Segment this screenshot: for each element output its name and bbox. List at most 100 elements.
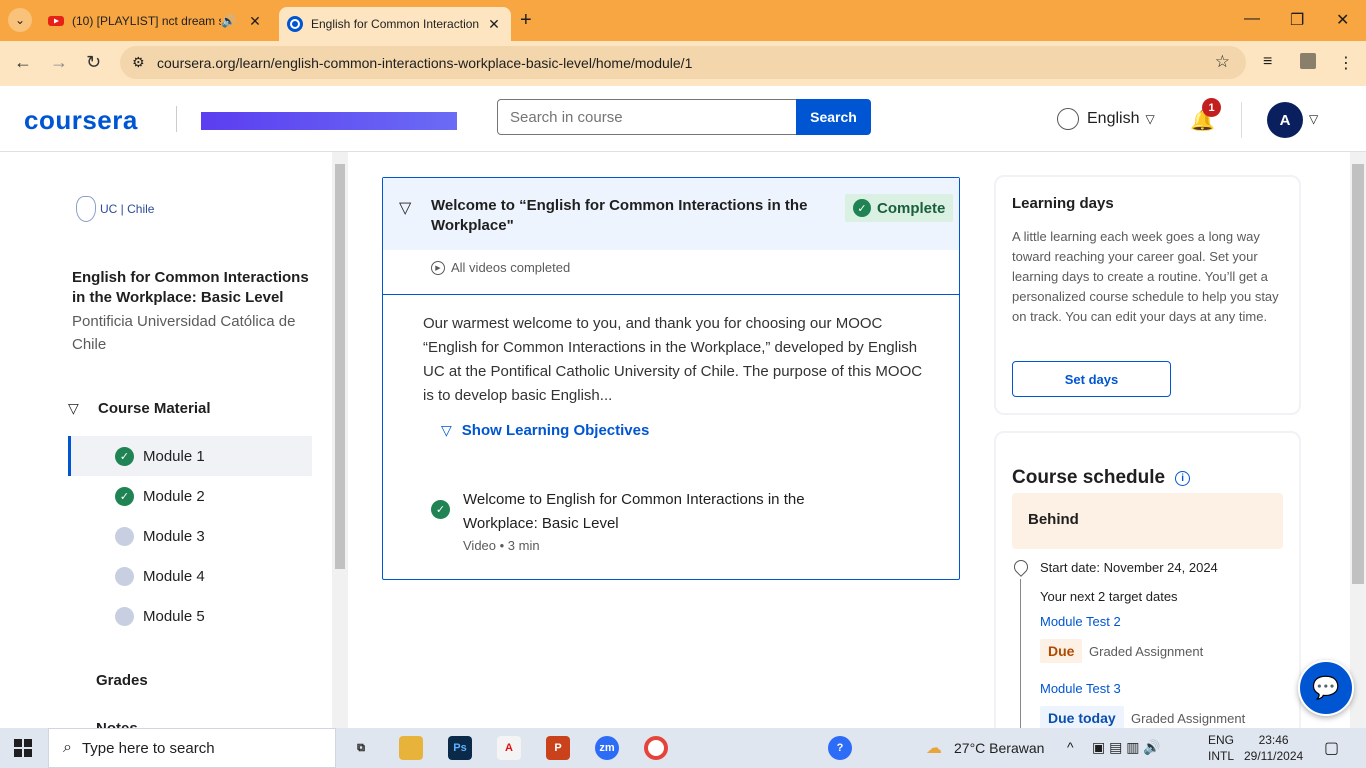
location-pin-icon: [1011, 557, 1031, 577]
search-input[interactable]: [497, 99, 797, 135]
tab-coursera[interactable]: English for Common Interaction ✕: [279, 7, 511, 41]
chevron-down-icon: ▽: [68, 400, 79, 416]
course-org: Pontificia Universidad Católica de Chile: [72, 313, 296, 353]
check-icon: ✓: [115, 446, 134, 466]
browser-tab-bar: ⌄ (10) [PLAYLIST] nct dream s 🔊 ✕ Englis…: [0, 0, 1366, 41]
tab-youtube[interactable]: (10) [PLAYLIST] nct dream s 🔊 ✕: [40, 7, 272, 35]
task-view-icon[interactable]: ⧉: [349, 736, 373, 760]
language-selector[interactable]: English ▽: [1057, 108, 1155, 130]
module-card-header[interactable]: ▽ Welcome to “English for Common Interac…: [383, 178, 959, 250]
learning-days-heading: Learning days: [1012, 195, 1114, 212]
main-scroll-thumb[interactable]: [1352, 164, 1364, 584]
status-badge: ✓ Complete: [845, 194, 954, 222]
taskbar-search-placeholder: Type here to search: [81, 739, 215, 757]
media-control-icon[interactable]: ≡: [1263, 53, 1272, 71]
next-targets: Your next 2 target dates: [1040, 589, 1178, 604]
bookmark-star-icon[interactable]: ☆: [1215, 52, 1230, 72]
sidebar-item-module-1[interactable]: ✓ Module 1: [68, 436, 312, 476]
item-title[interactable]: Welcome to English for Common Interactio…: [463, 488, 843, 536]
language-label: English: [1087, 110, 1140, 127]
browser-menu-icon[interactable]: ⋮: [1338, 53, 1354, 73]
chevron-up-icon[interactable]: ^: [1067, 739, 1074, 755]
tray-icons[interactable]: ▣ ▤ ▥ 🔊: [1092, 739, 1161, 756]
windows-start-icon[interactable]: [14, 739, 32, 757]
help-icon[interactable]: ?: [828, 736, 852, 760]
status-circle-icon: [115, 566, 134, 586]
search-button[interactable]: Search: [796, 99, 871, 135]
clock[interactable]: 23:46 29/11/2024: [1244, 732, 1303, 764]
due-badge: Due: [1040, 639, 1083, 663]
sidebar-item-notes[interactable]: Notes: [96, 720, 138, 728]
sidebar-item-module-4[interactable]: Module 4: [68, 556, 312, 596]
url-text[interactable]: coursera.org/learn/english-common-intera…: [157, 55, 692, 71]
close-tab-icon[interactable]: ✕: [246, 13, 264, 30]
coursera-logo[interactable]: coursera: [24, 105, 138, 136]
file-explorer-icon[interactable]: [399, 736, 423, 760]
acrobat-icon[interactable]: A: [497, 736, 521, 760]
clock-date: 29/11/2024: [1244, 749, 1304, 763]
module-label: Module 3: [143, 527, 205, 545]
weather-text[interactable]: 27°C Berawan: [954, 740, 1044, 756]
target-link-module-test-3[interactable]: Module Test 3: [1040, 681, 1121, 696]
minimize-icon[interactable]: —: [1244, 10, 1260, 28]
zoom-icon[interactable]: zm: [595, 736, 619, 760]
course-material-toggle[interactable]: ▽ Course Material: [68, 400, 211, 417]
card-divider: [383, 294, 959, 295]
restore-icon[interactable]: ❐: [1290, 10, 1304, 30]
status-circle-icon: [115, 606, 134, 626]
info-icon[interactable]: i: [1175, 470, 1191, 486]
forward-icon[interactable]: →: [50, 52, 68, 73]
chrome-icon[interactable]: [644, 736, 668, 760]
search-icon: ⌕: [63, 739, 72, 756]
chevron-down-icon[interactable]: ▽: [399, 198, 411, 218]
lang-top: ENG: [1208, 733, 1235, 747]
weather-icon: ☁: [926, 740, 942, 757]
photoshop-icon[interactable]: Ps: [448, 736, 472, 760]
sidebar-item-module-3[interactable]: Module 3: [68, 516, 312, 556]
taskbar-search[interactable]: ⌕ Type here to search: [48, 728, 336, 768]
videos-status: ▶ All videos completed: [431, 260, 570, 275]
target-link-module-test-2[interactable]: Module Test 2: [1040, 614, 1121, 629]
language-indicator[interactable]: ENG INTL: [1208, 732, 1234, 764]
close-window-icon[interactable]: ✕: [1336, 10, 1349, 30]
check-icon: ✓: [853, 199, 871, 217]
back-icon[interactable]: ←: [14, 52, 32, 73]
uc-seal-icon: [76, 196, 96, 222]
chat-icon[interactable]: 💬: [1298, 660, 1354, 716]
clock-time: 23:46: [1258, 733, 1289, 747]
profile-icon[interactable]: [1300, 53, 1316, 69]
module-label: Module 1: [143, 447, 205, 465]
show-objectives-button[interactable]: ▽ Show Learning Objectives: [441, 422, 649, 439]
new-tab-icon[interactable]: +: [520, 9, 532, 32]
partner-banner: [201, 112, 457, 130]
tab-title: English for Common Interaction: [311, 17, 480, 31]
item-meta: Video • 3 min: [463, 538, 540, 553]
powerpoint-icon[interactable]: P: [546, 736, 570, 760]
learning-days-text: A little learning each week goes a long …: [1012, 229, 1279, 324]
module-description: Our warmest welcome to you, and thank yo…: [423, 315, 923, 404]
tab-search-button[interactable]: ⌄: [8, 8, 32, 32]
site-header: coursera Search English ▽ 🔔 1 A ▽: [0, 86, 1366, 152]
assignment-type: Graded Assignment: [1131, 711, 1246, 726]
status-label: Complete: [877, 199, 946, 217]
module-label: Module 5: [143, 607, 205, 625]
close-tab-icon[interactable]: ✕: [485, 16, 503, 33]
status-circle-icon: [115, 526, 134, 546]
due-today-badge: Due today: [1040, 706, 1124, 730]
sidebar-item-module-2[interactable]: ✓ Module 2: [68, 476, 312, 516]
notification-center-icon[interactable]: ▢: [1324, 738, 1339, 758]
site-info-icon[interactable]: ⚙: [132, 54, 145, 71]
chevron-down-icon: ▽: [1145, 112, 1155, 126]
sidebar-scroll-thumb[interactable]: [335, 164, 345, 569]
chevron-down-icon[interactable]: ▽: [1309, 112, 1318, 126]
avatar[interactable]: A: [1267, 102, 1303, 138]
module-label: Module 4: [143, 567, 205, 585]
set-days-button[interactable]: Set days: [1012, 361, 1171, 397]
reload-icon[interactable]: ↻: [86, 52, 101, 73]
play-icon: ▶: [431, 260, 445, 275]
address-bar[interactable]: ⚙ coursera.org/learn/english-common-inte…: [120, 46, 1246, 79]
sidebar-item-module-5[interactable]: Module 5: [68, 596, 312, 636]
sidebar-item-grades[interactable]: Grades: [96, 672, 148, 689]
schedule-status: Behind: [1012, 493, 1283, 549]
partner-logo: UC | Chile: [76, 196, 154, 222]
